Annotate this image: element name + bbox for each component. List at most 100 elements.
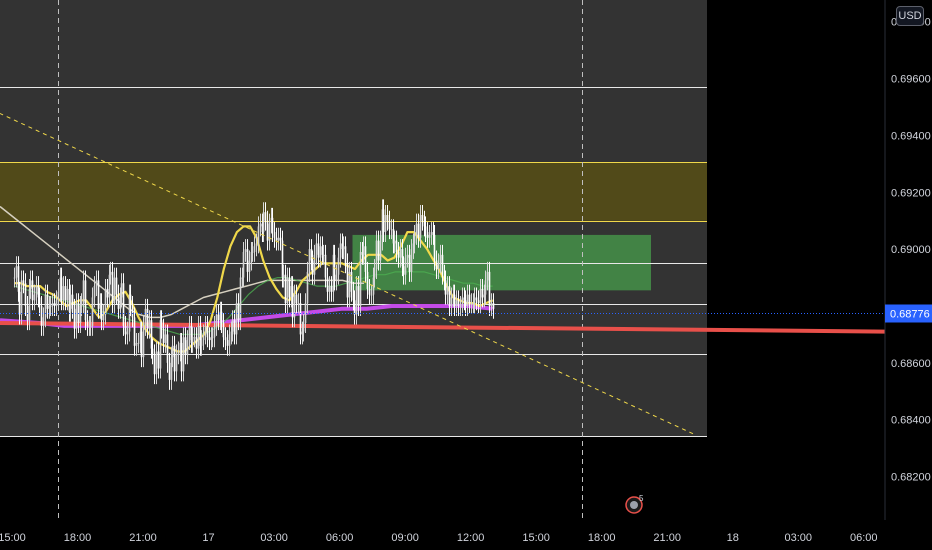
candle-body <box>222 323 225 338</box>
candle-body <box>297 303 300 305</box>
candle-body <box>353 300 356 315</box>
y-tick-label: 0.68400 <box>891 415 931 427</box>
candle-body <box>379 240 382 261</box>
candle-body <box>273 232 276 238</box>
candle-body <box>66 288 69 301</box>
candle-body <box>399 249 402 258</box>
candle-body <box>339 243 342 258</box>
y-tick-label: 0.69600 <box>891 74 931 86</box>
candle-body <box>64 286 67 301</box>
candle-body <box>24 283 27 306</box>
candle-body <box>461 297 464 306</box>
candle-body <box>97 280 100 309</box>
candle-body <box>197 325 200 349</box>
candle-body <box>237 303 240 321</box>
candle-body <box>226 340 229 346</box>
candle-body <box>408 254 411 272</box>
candle-body <box>217 314 220 321</box>
candle-body <box>326 277 329 292</box>
candle-body <box>279 237 282 241</box>
candle-body <box>277 237 280 241</box>
candle-body <box>377 240 380 261</box>
candle-body <box>375 240 378 270</box>
candle-body <box>328 286 331 292</box>
candle-body <box>89 325 92 327</box>
candle-body <box>366 271 369 289</box>
candle-body <box>308 249 311 272</box>
candle-body <box>228 334 231 346</box>
candle-body <box>224 337 227 341</box>
candle-body <box>15 266 18 278</box>
candle-body <box>299 303 302 335</box>
x-tick-label: 09:00 <box>391 532 419 544</box>
candle-body <box>55 300 58 306</box>
candle-body <box>146 308 149 329</box>
price-chart[interactable]: 0.68200 0.68400 0.68600 0.69000 0.69200 0.694… <box>0 0 932 550</box>
candle-body <box>104 288 107 315</box>
y-tick-label: 0.68600 <box>891 358 931 370</box>
candle-body <box>397 251 400 258</box>
x-tick-label: 18:00 <box>64 532 92 544</box>
event-marker-icon[interactable]: 5 <box>624 494 645 514</box>
supply-zone <box>0 162 707 221</box>
candle-body <box>86 320 89 326</box>
candle-body <box>231 320 234 332</box>
candle-body <box>129 294 132 306</box>
candle-body <box>166 334 169 363</box>
candle-body <box>193 337 196 339</box>
candle-body <box>437 263 440 270</box>
x-tick-label: 15:00 <box>0 532 26 544</box>
candle-body <box>342 246 345 250</box>
candle-body <box>255 243 258 247</box>
candle-body <box>346 263 349 298</box>
candle-body <box>80 303 83 306</box>
currency-button[interactable]: USD <box>896 6 924 26</box>
candle <box>359 242 362 316</box>
candle-body <box>481 288 484 298</box>
candle-body <box>42 317 45 326</box>
candle-body <box>364 246 367 272</box>
candle-body <box>311 260 314 275</box>
candle-body <box>395 240 398 252</box>
candle-body <box>453 294 456 306</box>
candle-body <box>62 286 65 301</box>
candle-body <box>417 223 420 238</box>
candle-body <box>386 215 389 221</box>
candle-body <box>362 246 365 255</box>
candle-body <box>350 271 353 292</box>
x-tick-label: 21:00 <box>653 532 681 544</box>
candle-body <box>415 223 418 235</box>
candle-body <box>271 217 274 233</box>
candle-body <box>180 342 183 372</box>
event-marker-count: 5 <box>639 494 644 503</box>
x-tick-label: 06:00 <box>326 532 354 544</box>
candle-body <box>148 320 151 329</box>
candle-body <box>475 297 478 301</box>
candle-body <box>335 274 338 281</box>
event-marker-inner <box>629 501 638 509</box>
candle-body <box>433 234 436 261</box>
candle-body <box>324 254 327 278</box>
candle-body <box>419 215 422 238</box>
candle-body <box>157 351 160 369</box>
candle-body <box>57 291 60 301</box>
candle-body <box>413 234 416 244</box>
candle-body <box>49 305 52 307</box>
candle-body <box>424 226 427 233</box>
candle-body <box>406 254 409 258</box>
candle-body <box>448 286 451 306</box>
candle-body <box>160 320 163 329</box>
candle-body <box>211 337 214 339</box>
candle-body <box>164 334 167 343</box>
candle-body <box>168 362 171 380</box>
candle-body <box>393 240 396 244</box>
candle-body <box>191 337 194 343</box>
candle-body <box>162 328 165 343</box>
candle-body <box>188 325 191 341</box>
candle-body <box>22 280 25 284</box>
candle-body <box>468 294 471 304</box>
candle-body <box>111 271 114 304</box>
candle-body <box>428 234 431 238</box>
candle-body <box>248 260 251 272</box>
candle-body <box>295 294 298 304</box>
